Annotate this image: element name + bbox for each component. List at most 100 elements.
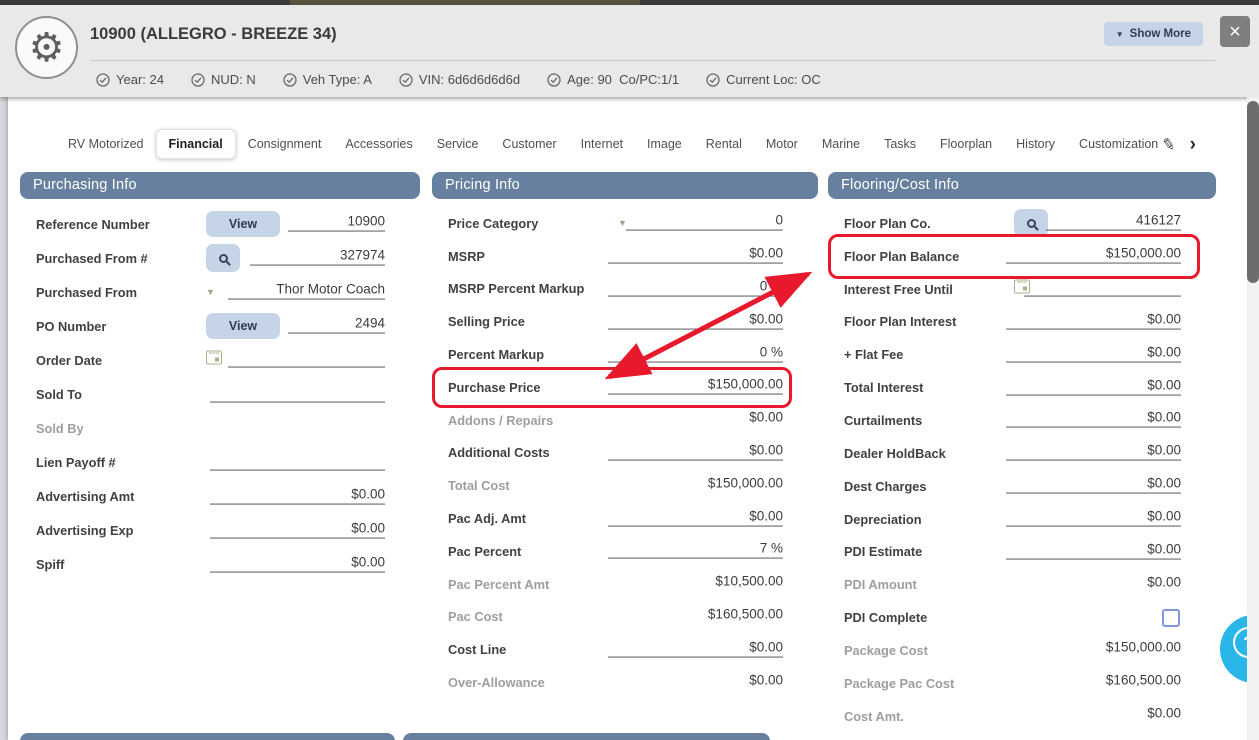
tab-service[interactable]: Service (425, 130, 491, 158)
field-row: Over-Allowance$0.00 (432, 666, 818, 699)
field-value[interactable] (1024, 279, 1181, 297)
edit-tabs-pencil-icon[interactable]: ✎ (1161, 133, 1178, 154)
cropped-panel-header (20, 733, 395, 740)
field-value[interactable]: $0.00 (1006, 476, 1181, 494)
field-value[interactable] (210, 384, 385, 402)
dropdown-caret-icon[interactable]: ▼ (206, 287, 215, 297)
tab-accessories[interactable]: Accessories (333, 130, 424, 158)
field-value[interactable]: $150,000.00 (1006, 246, 1181, 264)
field-label: Total Interest (844, 380, 923, 395)
field-row: Purchased From #327974 (20, 241, 420, 275)
calendar-icon[interactable] (206, 351, 222, 370)
scrollbar-thumb[interactable] (1247, 101, 1259, 283)
magnifier-icon (219, 254, 228, 263)
flooring-cost-info-panel: Flooring/Cost Info Floor Plan Co.416127F… (828, 172, 1216, 733)
field-value[interactable]: 7 % (608, 541, 783, 559)
field-value[interactable]: $0.00 (1006, 377, 1181, 395)
show-more-button[interactable]: ▼ Show More (1104, 22, 1203, 46)
field-row: PDI Amount$0.00 (828, 568, 1216, 601)
field-value[interactable]: $0.00 (210, 486, 385, 504)
field-value[interactable]: 327974 (250, 248, 385, 266)
tab-rental[interactable]: Rental (694, 130, 754, 158)
field-value[interactable]: $0.00 (608, 246, 783, 264)
field-row: PDI Complete (828, 601, 1216, 634)
field-row: Cost Line $0.00 (432, 633, 818, 666)
view-button[interactable]: View (206, 211, 280, 237)
field-value[interactable]: $150,000.00 (608, 377, 783, 395)
field-value[interactable]: $0.00 (1006, 509, 1181, 527)
field-label: PDI Amount (844, 577, 917, 592)
tab-motor[interactable]: Motor (754, 130, 810, 158)
field-label: Total Cost (448, 478, 510, 493)
tab-image[interactable]: Image (635, 130, 694, 158)
panel-header: Purchasing Info (20, 172, 420, 199)
field-row: PDI Estimate $0.00 (828, 535, 1216, 568)
field-value[interactable]: 0 (626, 213, 783, 231)
tab-internet[interactable]: Internet (569, 130, 635, 158)
field-row: Pac Percent7 % (432, 535, 818, 568)
content-card: RV Motorized Financial Consignment Acces… (8, 97, 1247, 740)
scrollbar-track[interactable] (1247, 97, 1259, 740)
field-value[interactable]: 0 % (608, 344, 783, 362)
field-value[interactable]: $0.00 (608, 443, 783, 461)
field-label: PDI Estimate (844, 544, 922, 559)
field-value[interactable]: Thor Motor Coach (228, 282, 385, 300)
field-value[interactable]: $0.00 (608, 508, 783, 526)
tab-consignment[interactable]: Consignment (236, 130, 334, 158)
field-row: Price Category▼0 (432, 207, 818, 240)
field-label: Dest Charges (844, 479, 927, 494)
field-label: Cost Line (448, 642, 506, 657)
field-label: Sold By (36, 421, 84, 436)
record-header: ⚙ 10900 (ALLEGRO - BREEZE 34) ▼ Show Mor… (0, 5, 1259, 97)
field-value[interactable]: $0.00 (608, 639, 783, 657)
tab-customization[interactable]: Customization (1067, 130, 1170, 158)
field-value[interactable]: $0.00 (1006, 312, 1181, 330)
tab-floorplan[interactable]: Floorplan (928, 130, 1004, 158)
field-value: $150,000.00 (1006, 640, 1181, 658)
close-button[interactable]: × (1220, 16, 1250, 47)
field-row: Cost Amt.$0.00 (828, 700, 1216, 733)
tab-financial[interactable]: Financial (156, 129, 236, 159)
field-row: Reference Number View 10900 (20, 207, 420, 241)
field-row: Order Date (20, 343, 420, 377)
pdi-complete-checkbox[interactable] (1162, 609, 1180, 627)
tabs-scroll-right-chevron-icon[interactable]: › (1190, 135, 1196, 154)
field-label: Reference Number (36, 217, 150, 232)
app-logo: ⚙ (15, 16, 78, 79)
tab-rv-motorized[interactable]: RV Motorized (56, 130, 156, 158)
field-value[interactable] (210, 452, 385, 470)
field-row: Interest Free Until (828, 273, 1216, 306)
field-value: $10,500.00 (608, 574, 783, 592)
field-value[interactable]: $0.00 (210, 520, 385, 538)
field-row: Sold By (20, 412, 420, 446)
field-value[interactable]: 416127 (1046, 213, 1181, 231)
field-value[interactable]: $0.00 (1006, 410, 1181, 428)
field-value[interactable] (228, 350, 385, 368)
check-circle-icon (283, 73, 297, 87)
search-button[interactable] (1014, 209, 1048, 237)
field-label: Advertising Amt (36, 489, 134, 504)
field-value[interactable]: 0 % (608, 279, 783, 297)
field-label: Advertising Exp (36, 523, 133, 538)
field-row: Total Cost$150,000.00 (432, 469, 818, 502)
search-button[interactable] (206, 244, 240, 272)
field-value[interactable]: $0.00 (1006, 443, 1181, 461)
field-value[interactable]: 2494 (288, 316, 385, 334)
tab-marine[interactable]: Marine (810, 130, 872, 158)
field-row: Advertising Amt $0.00 (20, 480, 420, 514)
field-value[interactable]: 10900 (288, 214, 385, 232)
purchasing-info-panel: Purchasing Info Reference Number View 1090… (20, 172, 420, 582)
field-value[interactable]: $0.00 (210, 555, 385, 573)
field-label: Percent Markup (448, 347, 544, 362)
tab-tasks[interactable]: Tasks (872, 130, 928, 158)
view-button[interactable]: View (206, 313, 280, 339)
field-row: Sold To (20, 377, 420, 411)
field-value[interactable]: $0.00 (1006, 344, 1181, 362)
field-label: Additional Costs (448, 445, 550, 460)
field-label: Purchased From (36, 285, 137, 300)
tab-customer[interactable]: Customer (490, 130, 568, 158)
field-value[interactable]: $0.00 (1006, 541, 1181, 559)
tab-history[interactable]: History (1004, 130, 1067, 158)
field-label: Price Category (448, 216, 538, 231)
field-value[interactable]: $0.00 (608, 311, 783, 329)
